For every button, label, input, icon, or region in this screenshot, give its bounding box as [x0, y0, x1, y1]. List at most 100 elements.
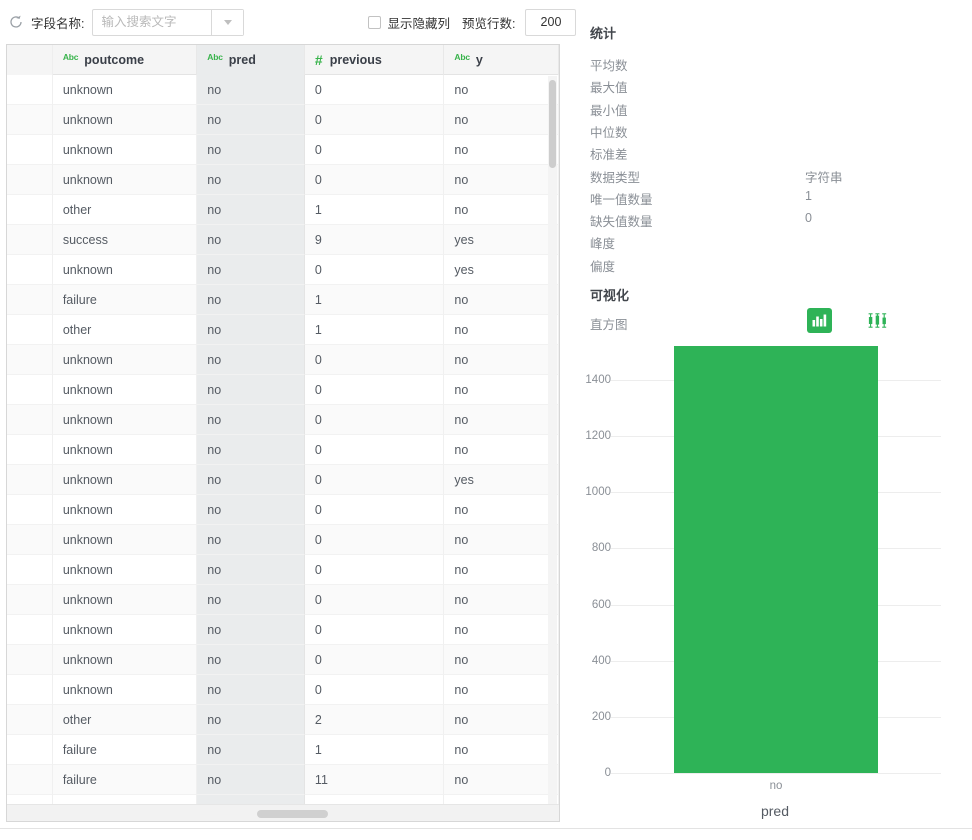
abc-type-icon: Abc	[207, 53, 222, 62]
search-input[interactable]	[93, 10, 211, 35]
table-cell-poutcome: unknown	[53, 495, 197, 525]
row-gutter-cell	[7, 705, 53, 735]
table-row[interactable]: failureno11no	[7, 765, 559, 795]
table-cell-poutcome: failure	[53, 735, 197, 765]
show-hidden-columns-label[interactable]: 显示隐藏列	[387, 13, 450, 32]
table-row[interactable]: unknownno0no	[7, 585, 559, 615]
table-cell-y: yes	[444, 225, 559, 255]
row-gutter-cell	[7, 345, 53, 375]
table-row[interactable]: otherno1no	[7, 315, 559, 345]
row-gutter-cell	[7, 315, 53, 345]
table-cell-poutcome: unknown	[53, 585, 197, 615]
chart-y-tick-label: 200	[578, 711, 611, 723]
row-gutter-cell	[7, 465, 53, 495]
stat-key: 偏度	[590, 256, 615, 275]
number-type-icon: #	[315, 53, 323, 67]
row-gutter-cell	[7, 375, 53, 405]
grid-vertical-scrollbar[interactable]	[548, 76, 557, 804]
table-cell-y: no	[444, 315, 559, 345]
table-cell-poutcome: failure	[53, 285, 197, 315]
stat-key: 平均数	[590, 55, 628, 74]
row-gutter-cell	[7, 765, 53, 795]
table-row[interactable]: unknownno0no	[7, 135, 559, 165]
table-cell-pred: no	[197, 255, 305, 285]
table-cell-poutcome: other	[53, 705, 197, 735]
table-cell-y: no	[444, 105, 559, 135]
grid-body[interactable]: unknownno0nounknownno0nounknownno0nounkn…	[7, 75, 559, 810]
chart-bar[interactable]	[674, 346, 878, 773]
table-cell-previous: 0	[305, 615, 445, 645]
table-row[interactable]: unknownno0no	[7, 615, 559, 645]
table-row[interactable]: unknownno0no	[7, 555, 559, 585]
column-header-pred[interactable]: Abc pred	[197, 45, 305, 75]
row-gutter-cell	[7, 195, 53, 225]
table-cell-pred: no	[197, 195, 305, 225]
toolbar-right-group: 显示隐藏列 预览行数:	[368, 9, 576, 36]
table-row[interactable]: failureno1no	[7, 285, 559, 315]
grid-horizontal-scrollbar[interactable]	[7, 804, 559, 821]
table-row[interactable]: unknownno0no	[7, 165, 559, 195]
table-row[interactable]: unknownno0no	[7, 345, 559, 375]
table-cell-pred: no	[197, 585, 305, 615]
row-gutter-cell	[7, 285, 53, 315]
table-cell-y: no	[444, 705, 559, 735]
grid-horizontal-scroll-thumb[interactable]	[257, 810, 328, 818]
table-row[interactable]: unknownno0no	[7, 645, 559, 675]
table-cell-pred: no	[197, 375, 305, 405]
column-header-poutcome[interactable]: Abc poutcome	[53, 45, 197, 75]
column-header-previous[interactable]: # previous	[305, 45, 445, 75]
table-row[interactable]: unknownno0no	[7, 405, 559, 435]
stat-value: 0	[805, 211, 812, 225]
table-cell-poutcome: unknown	[53, 255, 197, 285]
column-header-y[interactable]: Abc y	[444, 45, 559, 75]
stat-key: 缺失值数量	[590, 211, 653, 230]
table-row[interactable]: unknownno0yes	[7, 465, 559, 495]
table-row[interactable]: unknownno0no	[7, 105, 559, 135]
table-cell-previous: 0	[305, 645, 445, 675]
grid-header-row: Abc poutcome Abc pred # previous Abc y	[7, 45, 559, 75]
table-row[interactable]: unknownno0no	[7, 525, 559, 555]
table-row[interactable]: otherno1no	[7, 195, 559, 225]
table-cell-poutcome: other	[53, 315, 197, 345]
row-gutter-cell	[7, 555, 53, 585]
chart-x-axis-label: pred	[578, 803, 972, 819]
table-row[interactable]: unknownno0yes	[7, 255, 559, 285]
table-cell-poutcome: failure	[53, 765, 197, 795]
show-hidden-columns-checkbox[interactable]	[368, 16, 381, 29]
table-row[interactable]: unknownno0no	[7, 675, 559, 705]
table-row[interactable]: successno9yes	[7, 225, 559, 255]
statistics-title: 统计	[590, 23, 616, 42]
refresh-icon[interactable]	[8, 14, 24, 30]
table-row[interactable]: unknownno0no	[7, 375, 559, 405]
table-row[interactable]: unknownno0no	[7, 435, 559, 465]
table-cell-pred: no	[197, 135, 305, 165]
table-cell-previous: 9	[305, 225, 445, 255]
row-gutter-cell	[7, 645, 53, 675]
table-row[interactable]: unknownno0no	[7, 75, 559, 105]
table-cell-pred: no	[197, 465, 305, 495]
table-cell-y: no	[444, 345, 559, 375]
table-cell-poutcome: unknown	[53, 645, 197, 675]
table-cell-y: no	[444, 585, 559, 615]
table-row[interactable]: failureno1no	[7, 735, 559, 765]
chevron-down-icon[interactable]	[211, 10, 243, 35]
chart-y-tick-label: 1000	[578, 486, 611, 498]
table-cell-y: no	[444, 435, 559, 465]
table-row[interactable]: otherno2no	[7, 705, 559, 735]
table-row[interactable]: unknownno0no	[7, 495, 559, 525]
table-cell-previous: 0	[305, 585, 445, 615]
table-cell-poutcome: unknown	[53, 375, 197, 405]
grid-vertical-scroll-thumb[interactable]	[549, 80, 556, 168]
table-cell-poutcome: unknown	[53, 165, 197, 195]
table-cell-pred: no	[197, 165, 305, 195]
row-gutter-cell	[7, 615, 53, 645]
table-cell-y: no	[444, 405, 559, 435]
table-cell-poutcome: unknown	[53, 525, 197, 555]
preview-rows-input[interactable]	[525, 9, 576, 36]
stat-key: 唯一值数量	[590, 189, 653, 208]
table-cell-previous: 2	[305, 705, 445, 735]
table-cell-poutcome: unknown	[53, 345, 197, 375]
table-cell-poutcome: success	[53, 225, 197, 255]
row-gutter-cell	[7, 405, 53, 435]
chart-y-tick-label: 400	[578, 655, 611, 667]
